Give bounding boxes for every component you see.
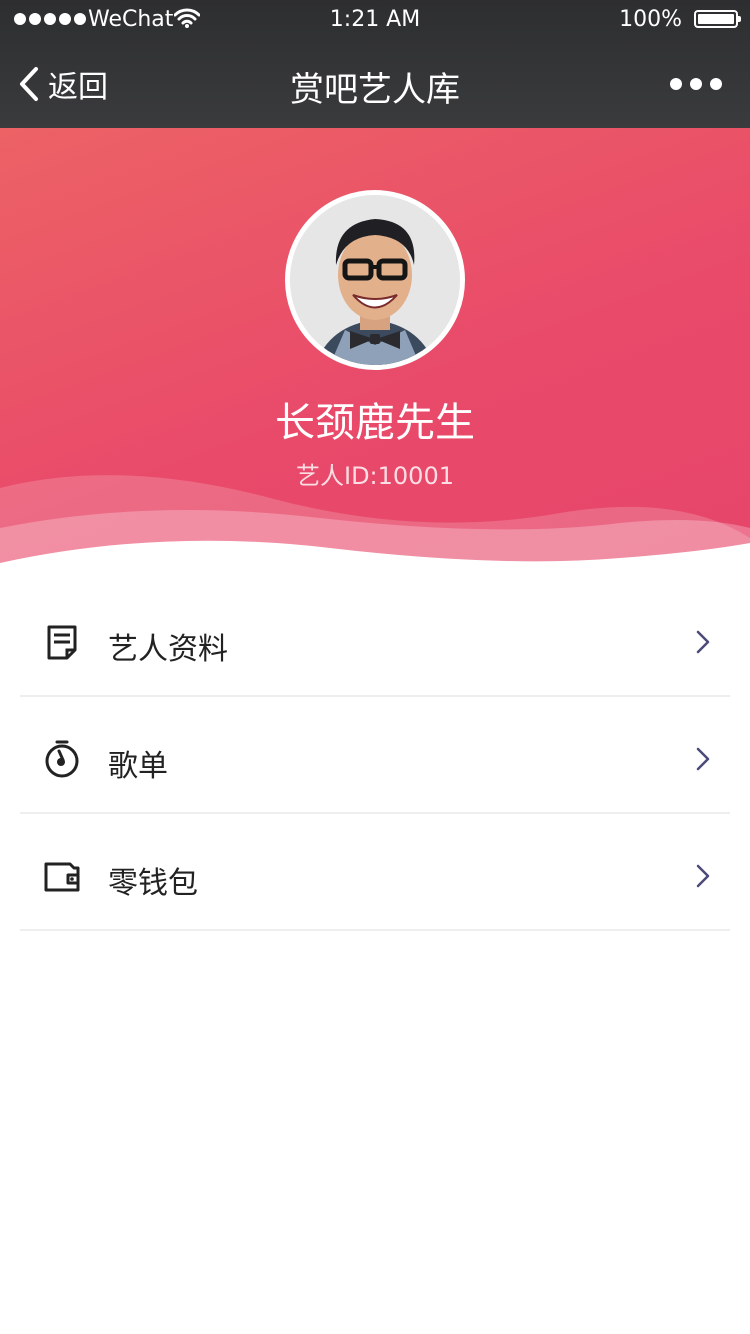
menu-item-label: 零钱包 <box>108 866 198 901</box>
battery-percent: 100% <box>619 7 682 32</box>
music-timer-icon <box>45 740 79 778</box>
menu-item-playlist[interactable]: 歌单 <box>20 697 730 814</box>
page-title: 赏吧艺人库 <box>290 70 460 110</box>
chevron-right-icon <box>696 747 710 771</box>
menu-item-wallet[interactable]: 零钱包 <box>20 814 730 931</box>
chevron-right-icon <box>696 630 710 654</box>
more-dot-icon <box>670 78 682 90</box>
chevron-right-icon <box>696 864 710 888</box>
wallet-icon <box>44 862 80 892</box>
avatar[interactable] <box>285 190 465 370</box>
more-dot-icon <box>690 78 702 90</box>
document-icon <box>47 625 77 660</box>
artist-name: 长颈鹿先生 <box>275 400 475 446</box>
avatar-portrait-icon <box>290 195 460 365</box>
more-options-button[interactable] <box>670 78 722 90</box>
wave-decoration <box>0 475 750 598</box>
status-bar: WeChat 1:21 AM 100% <box>0 0 750 40</box>
menu-list: 艺人资料 歌单 零钱包 <box>0 580 750 931</box>
top-bar: WeChat 1:21 AM 100% 返回 赏吧艺人库 <box>0 0 750 128</box>
menu-item-label: 歌单 <box>108 749 168 784</box>
navigation-bar: 返回 赏吧艺人库 <box>0 40 750 128</box>
profile-header: 长颈鹿先生 艺人ID:10001 <box>0 128 750 598</box>
menu-item-label: 艺人资料 <box>108 632 228 667</box>
battery-icon <box>694 10 741 28</box>
more-dot-icon <box>710 78 722 90</box>
menu-item-artist-profile[interactable]: 艺人资料 <box>20 580 730 697</box>
